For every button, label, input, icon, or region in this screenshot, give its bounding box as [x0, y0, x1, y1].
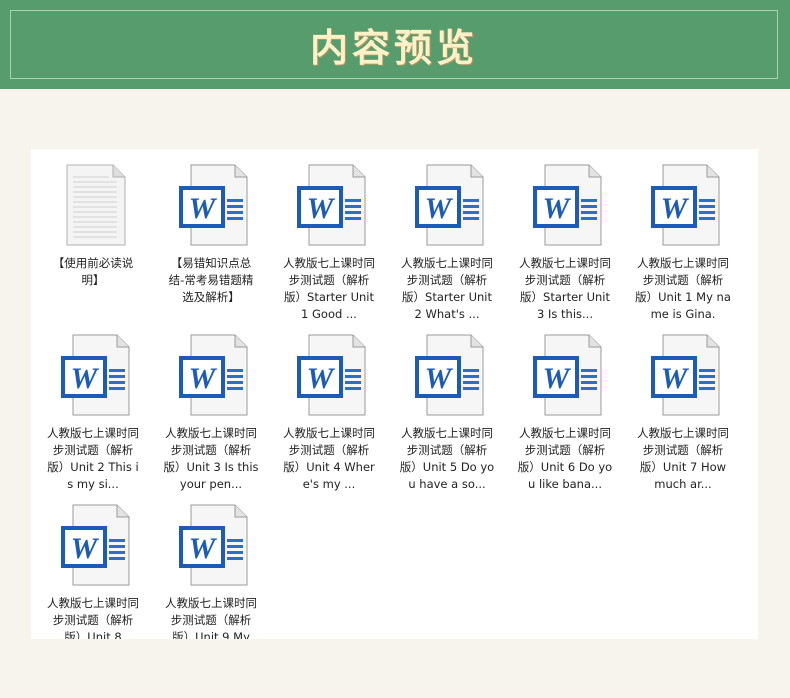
file-label: 人教版七上课时同步测试题（解析版）Unit 7 How much ar... [637, 426, 729, 491]
svg-text:W: W [543, 192, 572, 225]
file-label: 人教版七上课时同步测试题（解析版）Unit 9 My [165, 596, 257, 639]
svg-text:W: W [189, 532, 218, 565]
file-label: 人教版七上课时同步测试题（解析版）Unit 5 Do you have a so… [399, 426, 495, 491]
file-label: 人教版七上课时同步测试题（解析版）Unit 1 My name is Gina. [635, 256, 731, 321]
file-label: 人教版七上课时同步测试题（解析版）Unit 6 Do you like bana… [517, 426, 613, 491]
file-grid: 【使用前必读说明】 W 【易错知识点总结-常考易错题精选及解析】 W 人教版七上… [31, 149, 758, 639]
svg-text:W: W [71, 532, 100, 565]
word-document-icon: W [531, 163, 603, 247]
word-document-icon: W [177, 333, 249, 417]
word-document-icon: W [295, 333, 367, 417]
file-label: 【使用前必读说明】 [52, 256, 134, 287]
text-document-icon [59, 163, 131, 247]
word-document-icon: W [531, 333, 603, 417]
word-document-icon: W [59, 503, 131, 587]
file-label: 人教版七上课时同步测试题（解析版）Starter Unit 1 Good ... [283, 256, 375, 321]
file-label: 人教版七上课时同步测试题（解析版）Starter Unit 2 What's .… [401, 256, 493, 321]
file-label: 人教版七上课时同步测试题（解析版）Unit 4 Where's my ... [283, 426, 375, 491]
file-label: 人教版七上课时同步测试题（解析版）Starter Unit 3 Is this.… [519, 256, 611, 321]
page-title: 内容预览 [309, 25, 478, 70]
word-document-icon: W [649, 333, 721, 417]
file-label: 【易错知识点总结-常考易错题精选及解析】 [168, 256, 254, 304]
header-banner: 内容预览 [0, 0, 790, 89]
word-document-icon: W [177, 503, 249, 587]
svg-text:W: W [307, 362, 336, 395]
svg-text:W: W [425, 362, 454, 395]
svg-text:W: W [189, 192, 218, 225]
header-frame: 内容预览 [10, 10, 778, 79]
word-document-icon: W [295, 163, 367, 247]
word-document-icon: W [649, 163, 721, 247]
file-label: 人教版七上课时同步测试题（解析版）Unit 8 [47, 596, 139, 639]
word-document-icon: W [413, 333, 485, 417]
svg-text:W: W [425, 192, 454, 225]
svg-text:W: W [661, 362, 690, 395]
file-label: 人教版七上课时同步测试题（解析版）Unit 2 This is my si... [47, 426, 139, 491]
svg-text:W: W [543, 362, 572, 395]
file-label: 人教版七上课时同步测试题（解析版）Unit 3 Is this your pen… [163, 426, 259, 491]
word-document-icon: W [59, 333, 131, 417]
svg-text:W: W [71, 362, 100, 395]
svg-text:W: W [189, 362, 218, 395]
word-document-icon: W [177, 163, 249, 247]
svg-text:W: W [307, 192, 336, 225]
word-document-icon: W [413, 163, 485, 247]
svg-text:W: W [661, 192, 690, 225]
